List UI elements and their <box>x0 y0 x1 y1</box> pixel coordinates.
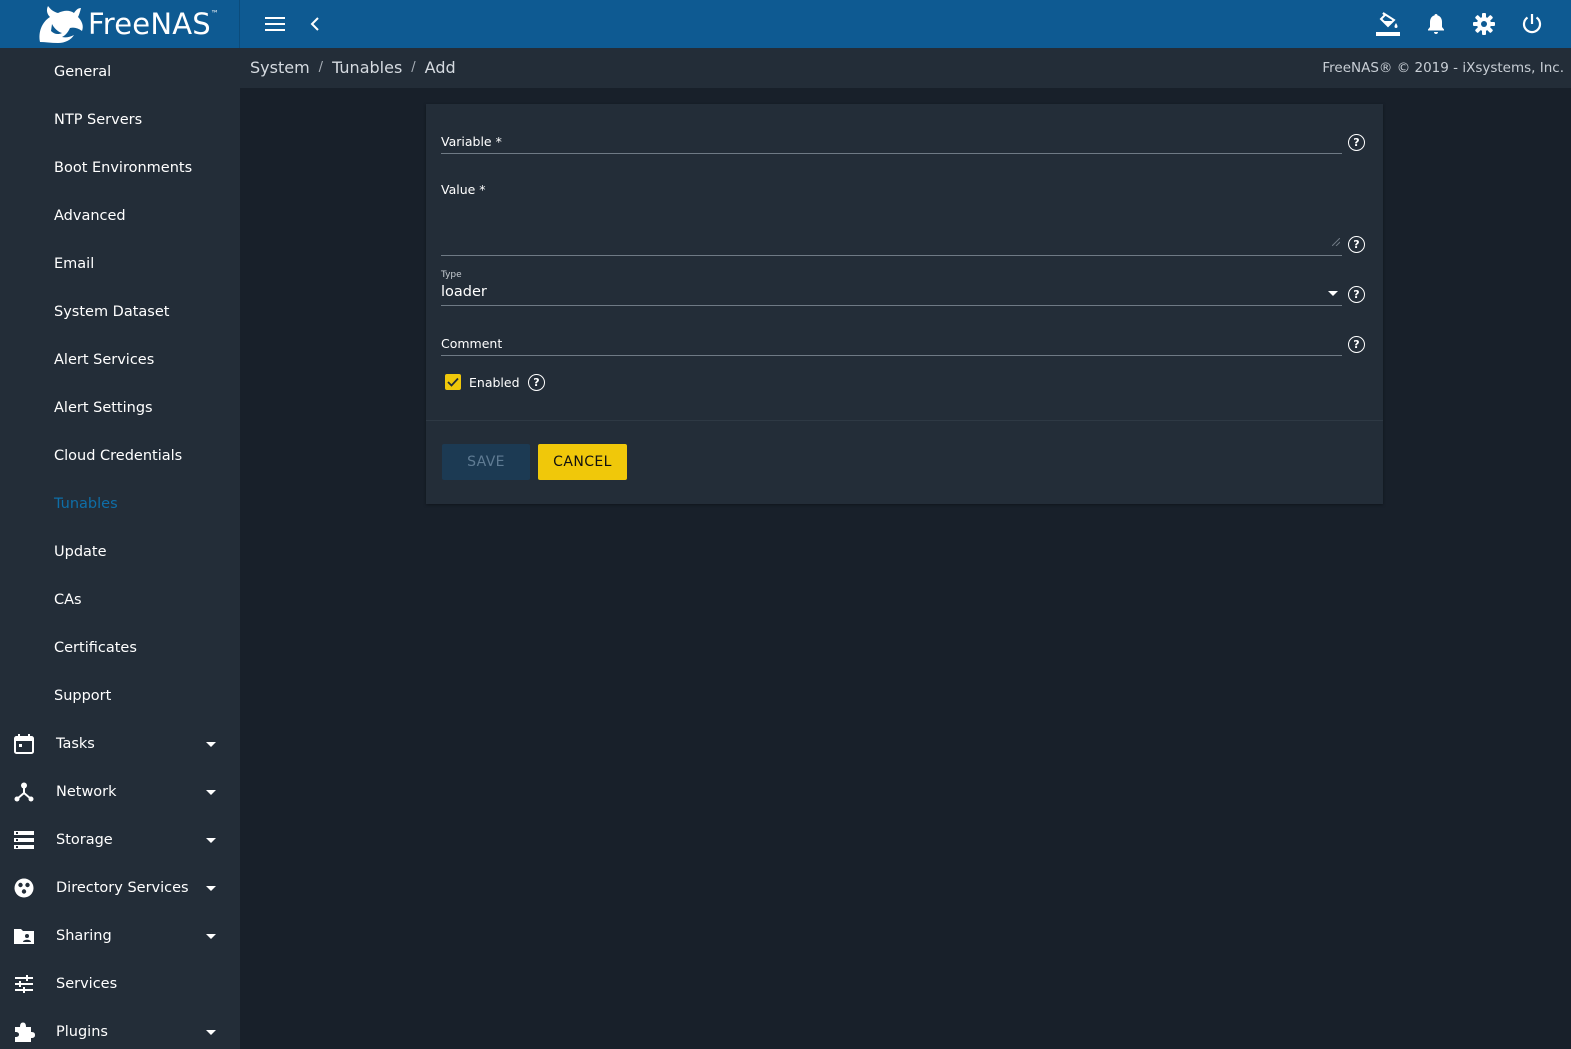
sidebar-item-label: Tasks <box>56 736 95 752</box>
enabled-label: Enabled <box>469 375 520 390</box>
brand-logo[interactable]: FreeNAS™ <box>0 0 240 48</box>
type-select[interactable] <box>441 280 1342 306</box>
enabled-checkbox[interactable] <box>445 374 461 390</box>
chevron-down-icon <box>206 934 216 939</box>
theme-button[interactable] <box>1364 0 1412 48</box>
sidebar-item-boot-environments[interactable]: Boot Environments <box>0 144 240 192</box>
notifications-button[interactable] <box>1412 0 1460 48</box>
sidebar-item-alert-services[interactable]: Alert Services <box>0 336 240 384</box>
sidebar-item-label: Plugins <box>56 1024 108 1040</box>
chevron-down-icon <box>206 838 216 843</box>
type-selected-value: loader <box>441 284 487 300</box>
gear-icon <box>1473 13 1495 35</box>
variable-underline <box>441 153 1342 154</box>
storage-icon <box>13 829 35 851</box>
chevron-down-icon <box>206 742 216 747</box>
breadcrumb-add: Add <box>424 58 456 77</box>
variable-label: Variable * <box>441 134 502 149</box>
chevron-down-icon <box>206 1030 216 1035</box>
variable-field[interactable]: Variable * <box>441 132 1342 154</box>
puzzle-icon <box>13 1021 35 1043</box>
sharing-folder-icon <box>13 925 35 947</box>
copyright-text: FreeNAS® © 2019 - iXsystems, Inc. <box>1322 60 1564 76</box>
sidebar-item-label: Network <box>56 784 117 800</box>
sidebar-item-label: Directory Services <box>56 880 189 896</box>
chevron-down-icon[interactable] <box>1328 291 1338 296</box>
paint-bucket-icon <box>1376 12 1400 36</box>
sidebar-item-update[interactable]: Update <box>0 528 240 576</box>
comment-underline <box>441 355 1342 356</box>
sidebar-item-advanced[interactable]: Advanced <box>0 192 240 240</box>
collapse-sidebar-button[interactable] <box>291 0 339 48</box>
form-divider <box>426 420 1383 421</box>
tunable-form-card: Variable * ? Value * ? Type loader ? Com… <box>426 104 1383 504</box>
directory-services-icon <box>13 877 35 899</box>
menu-icon <box>265 17 285 31</box>
sidebar-item-email[interactable]: Email <box>0 240 240 288</box>
checkmark-icon <box>447 377 459 387</box>
enabled-help-icon[interactable]: ? <box>528 374 545 391</box>
sidebar-item-services[interactable]: Services <box>0 960 240 1008</box>
sidebar-item-tunables[interactable]: Tunables <box>0 480 240 528</box>
chevron-down-icon <box>206 790 216 795</box>
network-icon <box>13 781 35 803</box>
breadcrumb-separator: / <box>318 60 324 75</box>
sidebar-item-cloud-credentials[interactable]: Cloud Credentials <box>0 432 240 480</box>
sidebar-item-directory-services[interactable]: Directory Services <box>0 864 240 912</box>
type-label: Type <box>441 270 462 280</box>
comment-label: Comment <box>441 336 503 351</box>
variable-help-icon[interactable]: ? <box>1348 134 1365 151</box>
sidebar-item-storage[interactable]: Storage <box>0 816 240 864</box>
value-underline <box>441 255 1342 256</box>
breadcrumb-tunables[interactable]: Tunables <box>332 58 402 77</box>
breadcrumb-separator: / <box>411 60 416 75</box>
breadcrumb-bar: System / Tunables / Add FreeNAS® © 2019 … <box>240 48 1571 88</box>
breadcrumb-system[interactable]: System <box>250 58 310 77</box>
sidebar-item-ntp-servers[interactable]: NTP Servers <box>0 96 240 144</box>
settings-button[interactable] <box>1460 0 1508 48</box>
sidebar-item-general[interactable]: General <box>0 48 240 96</box>
chevron-left-icon <box>310 17 319 31</box>
power-icon <box>1522 14 1542 34</box>
sidebar-item-certificates[interactable]: Certificates <box>0 624 240 672</box>
chevron-down-icon <box>206 886 216 891</box>
value-help-icon[interactable]: ? <box>1348 236 1365 253</box>
sidebar-item-system-dataset[interactable]: System Dataset <box>0 288 240 336</box>
sidebar-item-label: Storage <box>56 832 113 848</box>
top-bar: FreeNAS™ <box>0 0 1571 48</box>
value-textarea[interactable]: Value * <box>441 182 1342 256</box>
sliders-icon <box>13 973 35 995</box>
sidebar-item-cas[interactable]: CAs <box>0 576 240 624</box>
sidebar-item-network[interactable]: Network <box>0 768 240 816</box>
brand-name: FreeNAS™ <box>88 7 220 41</box>
type-help-icon[interactable]: ? <box>1348 286 1365 303</box>
resize-handle-icon[interactable] <box>1332 238 1340 246</box>
sidebar-item-label: Services <box>56 976 118 992</box>
freenas-shark-icon <box>39 6 83 43</box>
sidebar-item-support[interactable]: Support <box>0 672 240 720</box>
sidebar: General NTP Servers Boot Environments Ad… <box>0 48 240 1049</box>
power-button[interactable] <box>1508 0 1556 48</box>
type-underline <box>441 305 1342 306</box>
comment-field[interactable]: Comment <box>441 334 1342 356</box>
calendar-icon <box>13 733 35 755</box>
save-button[interactable]: SAVE <box>442 444 530 480</box>
bell-icon <box>1428 14 1444 34</box>
sidebar-item-alert-settings[interactable]: Alert Settings <box>0 384 240 432</box>
sidebar-item-sharing[interactable]: Sharing <box>0 912 240 960</box>
sidebar-item-plugins[interactable]: Plugins <box>0 1008 240 1049</box>
cancel-button[interactable]: CANCEL <box>538 444 627 480</box>
breadcrumb: System / Tunables / Add <box>250 58 456 77</box>
sidebar-item-label: Sharing <box>56 928 112 944</box>
value-label: Value * <box>441 182 486 197</box>
sidebar-item-tasks[interactable]: Tasks <box>0 720 240 768</box>
comment-help-icon[interactable]: ? <box>1348 336 1365 353</box>
